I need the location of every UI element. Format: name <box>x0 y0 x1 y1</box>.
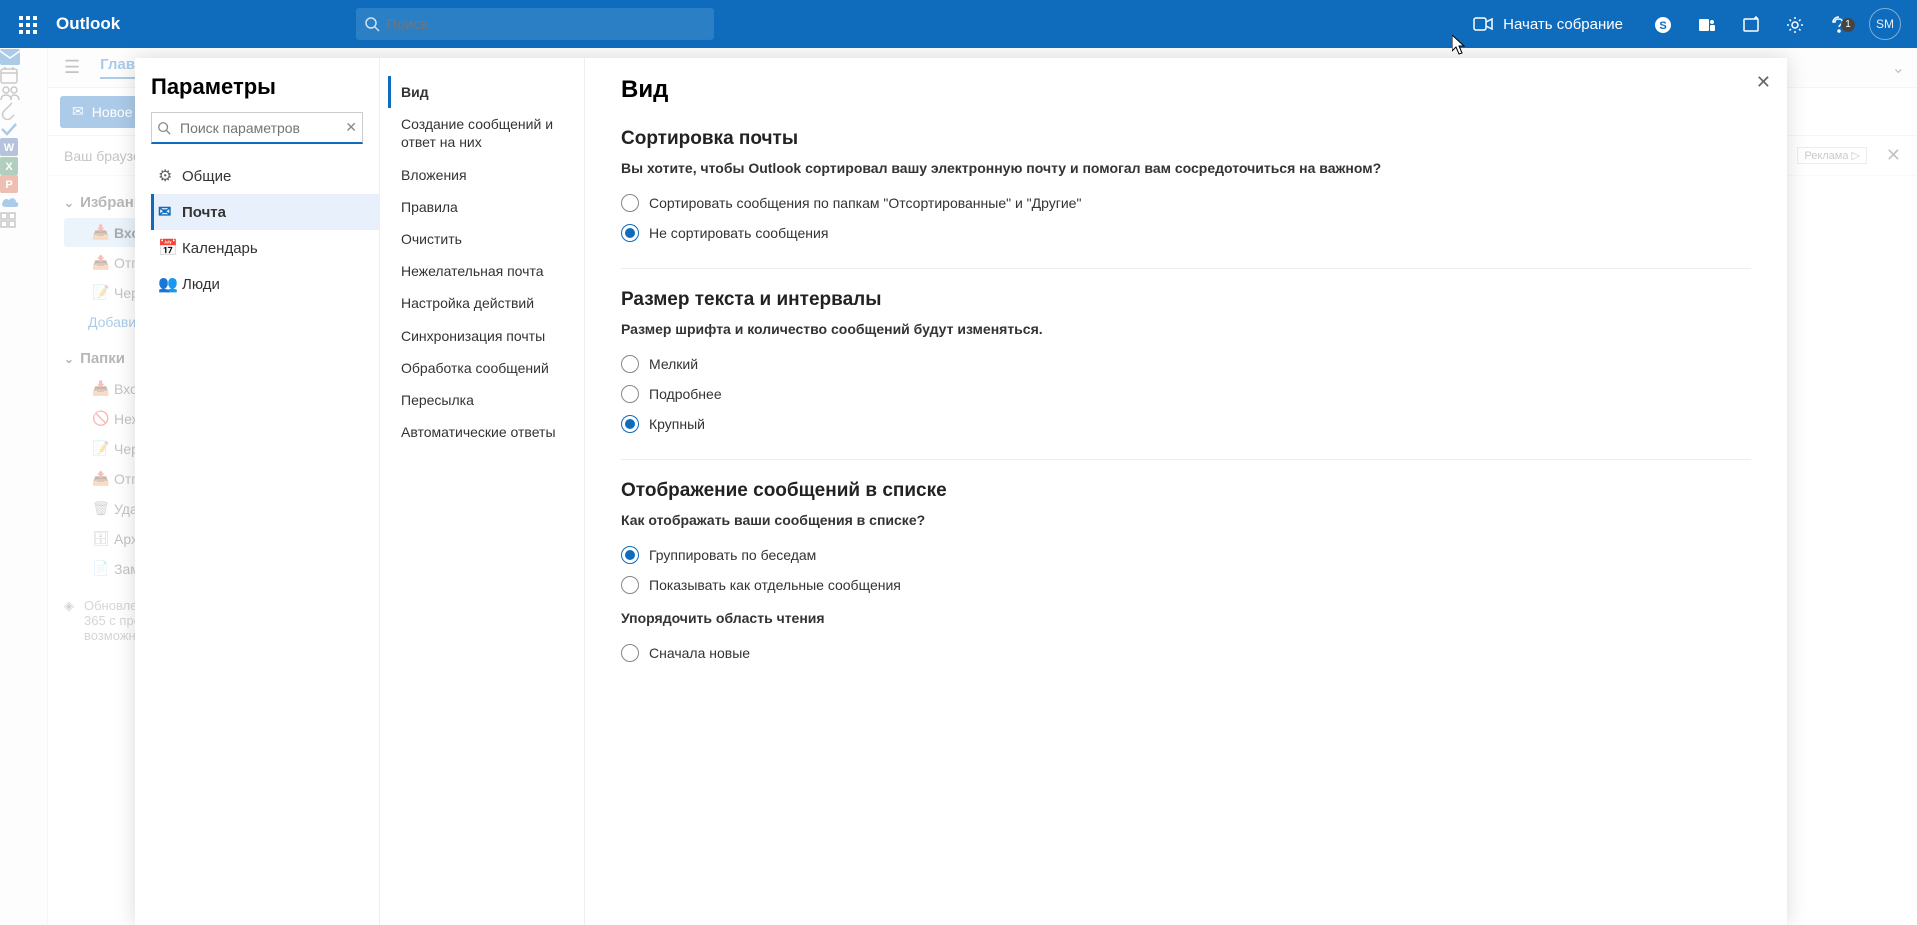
radio-individual[interactable]: Показывать как отдельные сообщения <box>621 570 1751 600</box>
display-question: Как отображать ваши сообщения в списке? <box>621 512 1751 528</box>
cat-mail[interactable]: ✉Почта <box>151 194 379 230</box>
calendar-icon: 📅 <box>158 238 182 258</box>
svg-text:S: S <box>1659 20 1666 32</box>
skype-icon[interactable]: S <box>1641 14 1685 34</box>
radio-icon <box>621 644 639 662</box>
settings-icon[interactable] <box>1773 14 1817 34</box>
section-sort: Сортировка почты <box>621 128 1751 150</box>
notes-icon[interactable] <box>1729 14 1773 34</box>
radio-size-large[interactable]: Крупный <box>621 409 1751 439</box>
radio-icon <box>621 385 639 403</box>
search-icon <box>364 15 380 33</box>
sub-auto[interactable]: Автоматические ответы <box>388 416 576 448</box>
radio-newest-first[interactable]: Сначала новые <box>621 638 1751 668</box>
teams-icon[interactable] <box>1685 14 1729 34</box>
sub-handling[interactable]: Обработка сообщений <box>388 352 576 384</box>
cat-general[interactable]: ⚙Общие <box>151 158 379 194</box>
cat-calendar[interactable]: 📅Календарь <box>151 230 379 266</box>
mail-icon: ✉ <box>158 202 182 222</box>
sub-attachments[interactable]: Вложения <box>388 159 576 191</box>
app-launcher[interactable] <box>8 14 48 35</box>
cat-people[interactable]: 👥Люди <box>151 266 379 302</box>
radio-icon <box>621 355 639 373</box>
search-input[interactable] <box>386 16 706 33</box>
settings-panel: ✕ Параметры ✕ ⚙Общие ✉Почта 📅Календарь 👥… <box>135 58 1787 925</box>
people-icon: 👥 <box>158 274 182 294</box>
notif-badge: 1 <box>1841 18 1855 32</box>
sub-sweep[interactable]: Очистить <box>388 223 576 255</box>
radio-icon <box>621 224 639 242</box>
radio-icon <box>621 546 639 564</box>
section-text-size: Размер текста и интервалы <box>621 289 1751 311</box>
radio-size-medium[interactable]: Подробнее <box>621 379 1751 409</box>
global-search[interactable] <box>356 8 714 40</box>
sub-compose[interactable]: Создание сообщений и ответ на них <box>388 108 576 158</box>
radio-icon <box>621 576 639 594</box>
sub-view[interactable]: Вид <box>388 76 576 108</box>
sub-rules[interactable]: Правила <box>388 191 576 223</box>
settings-title: Параметры <box>151 74 379 100</box>
app-brand: Outlook <box>56 14 356 34</box>
gear-icon: ⚙ <box>158 166 182 186</box>
sub-actions[interactable]: Настройка действий <box>388 287 576 319</box>
start-meeting-button[interactable]: Начать собрание <box>1503 16 1623 33</box>
content-title: Вид <box>621 76 1751 104</box>
section-display: Отображение сообщений в списке <box>621 480 1751 502</box>
order-label: Упорядочить область чтения <box>621 610 1751 626</box>
radio-sort-none[interactable]: Не сортировать сообщения <box>621 218 1751 248</box>
sort-question: Вы хотите, чтобы Outlook сортировал вашу… <box>621 160 1751 176</box>
radio-icon <box>621 415 639 433</box>
help-icon[interactable]: 1 <box>1817 14 1861 34</box>
sub-junk[interactable]: Нежелательная почта <box>388 255 576 287</box>
radio-group-conv[interactable]: Группировать по беседам <box>621 540 1751 570</box>
search-icon <box>157 119 171 137</box>
radio-size-small[interactable]: Мелкий <box>621 349 1751 379</box>
sub-sync[interactable]: Синхронизация почты <box>388 320 576 352</box>
user-avatar[interactable]: SM <box>1869 8 1901 40</box>
radio-icon <box>621 194 639 212</box>
meet-icon[interactable] <box>1473 15 1493 33</box>
radio-sort-focused[interactable]: Сортировать сообщения по папкам "Отсорти… <box>621 188 1751 218</box>
settings-search-input[interactable] <box>151 112 363 144</box>
text-desc: Размер шрифта и количество сообщений буд… <box>621 321 1751 337</box>
sub-forwarding[interactable]: Пересылка <box>388 384 576 416</box>
clear-icon[interactable]: ✕ <box>345 119 357 136</box>
